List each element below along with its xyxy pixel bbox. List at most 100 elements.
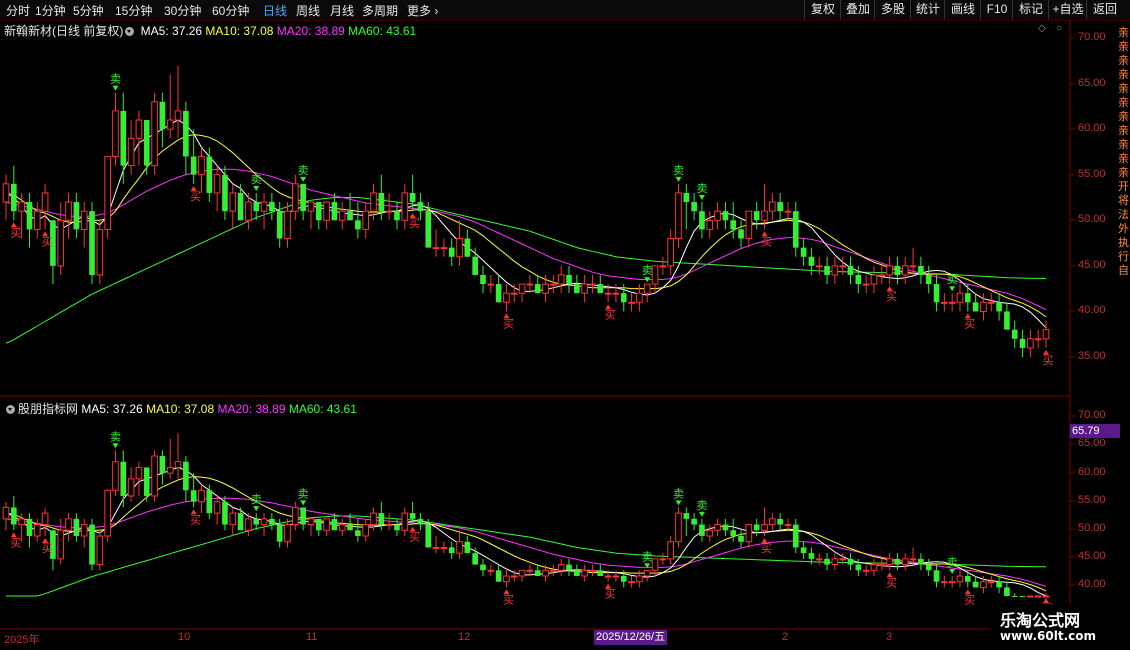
main-candle-body (57, 219, 65, 267)
side-info-column[interactable]: 亲亲亲亲亲亲亲亲亲亲亲开将法外执行自 (1118, 26, 1130, 396)
sub-candle-body (581, 569, 588, 577)
main-candle-body (222, 174, 228, 212)
main-candle-body (948, 301, 956, 304)
sub-candle-body (480, 564, 486, 571)
main-candle-body (1004, 311, 1010, 330)
main-candle-body (667, 238, 674, 267)
x-label: 12 (458, 631, 471, 643)
sub-buy-signal: 买 (190, 509, 201, 526)
main-candle-body (870, 274, 878, 285)
main-candle-body (996, 302, 1002, 312)
main-candle-body (557, 274, 565, 285)
main-candle-body (292, 183, 299, 212)
sub-candle-body (620, 576, 627, 582)
buy-label: 买 (964, 593, 975, 606)
sell-arrow-icon (300, 176, 307, 182)
sub-buy-signal: 买 (964, 589, 975, 606)
sell-label: 卖 (251, 173, 262, 186)
main-candle-body (213, 174, 221, 194)
sell-label: 卖 (696, 182, 707, 195)
main-candle-body (792, 211, 799, 248)
main-candle-body (901, 265, 909, 276)
buy-label: 买 (886, 576, 897, 589)
y-tick: 45.00 (1078, 550, 1106, 562)
sub-candle-body (440, 546, 448, 549)
main-candle-body (722, 211, 729, 221)
main-candle-body (987, 301, 995, 304)
sub-candle-body (1019, 596, 1026, 597)
sub-candle-body (589, 569, 596, 572)
sub-candle-body (870, 564, 878, 571)
sell-label: 卖 (110, 73, 121, 86)
main-candle-body (972, 302, 979, 312)
main-candle-body (925, 274, 932, 285)
main-candle-body (409, 192, 416, 203)
kline-chart[interactable]: 买买买买买买买买买买卖卖卖卖卖卖卖 买买买买买买买买买买卖卖卖卖卖卖卖 (0, 0, 1130, 650)
sub-candle-body (401, 512, 409, 531)
sell-arrow-icon (949, 286, 956, 292)
buy-label: 买 (409, 531, 420, 544)
main-candle-body (198, 155, 205, 176)
main-candle-body (534, 284, 541, 294)
y-tick: 50.00 (1078, 522, 1106, 534)
sub-candle-body (269, 518, 275, 525)
sub-candle-body (534, 570, 541, 576)
sub-candle-body (143, 467, 150, 496)
main-candle-body (65, 201, 72, 221)
main-candle-body (1027, 338, 1034, 349)
main-candle-body (284, 210, 291, 240)
sub-candle-body (237, 513, 244, 531)
main-buy-signal: 买 (1043, 349, 1054, 367)
sub-candle-body (338, 524, 346, 531)
sub-candle-body (355, 530, 361, 536)
buy-label: 买 (10, 536, 21, 549)
sub-candle-body (901, 558, 909, 566)
sub-candle-body (667, 541, 674, 560)
y-tick: 55.00 (1078, 494, 1106, 506)
sub-candle-body (362, 524, 370, 537)
x-label: 10 (178, 631, 191, 643)
sub-candle-body (472, 553, 478, 565)
sub-candle-body (2, 506, 10, 520)
sub-sell-signal: 卖 (298, 487, 309, 506)
main-candle-body (143, 120, 150, 166)
main-candle-body (769, 201, 776, 212)
main-candle-body (941, 301, 948, 304)
sell-arrow-icon (253, 506, 260, 512)
sub-candle-body (722, 524, 729, 531)
sell-arrow-icon (675, 500, 682, 506)
sub-candle-body (331, 518, 338, 531)
main-candle-body (1011, 329, 1018, 339)
main-sell-signal: 卖 (947, 273, 958, 292)
main-candle-body (495, 284, 502, 303)
sub-candle-body (706, 529, 714, 537)
main-candle-body (300, 183, 306, 212)
main-candle-body (964, 293, 971, 303)
sub-candle-body (574, 570, 580, 576)
watermark: 乐淘公式网 www.60lt.com (990, 604, 1130, 648)
main-candle-body (253, 202, 260, 212)
sub-candle-body (284, 524, 291, 543)
buy-label: 买 (10, 226, 21, 239)
sub-candle-body (824, 558, 830, 565)
main-candle-body (464, 238, 471, 257)
main-candle-body (604, 292, 612, 295)
main-candle-body (269, 202, 275, 212)
main-candle-body (355, 220, 361, 230)
main-buy-signal: 买 (409, 213, 420, 230)
main-candle-body (440, 247, 448, 250)
main-buy-signal: 买 (886, 286, 897, 303)
sub-candle-body (808, 553, 815, 559)
main-candle-body (11, 183, 17, 212)
main-candle-body (331, 202, 338, 221)
sub-candle-body (253, 518, 260, 525)
watermark-url: www.60lt.com (1000, 629, 1097, 643)
buy-label: 买 (605, 588, 616, 601)
sub-candle-body (1011, 596, 1018, 597)
main-candle-body (550, 283, 557, 286)
sub-candle-body (495, 570, 502, 582)
sub-candle-body (886, 558, 893, 566)
main-candle-body (41, 192, 49, 212)
sub-candle-body (855, 564, 862, 571)
main-candle-body (574, 284, 580, 294)
